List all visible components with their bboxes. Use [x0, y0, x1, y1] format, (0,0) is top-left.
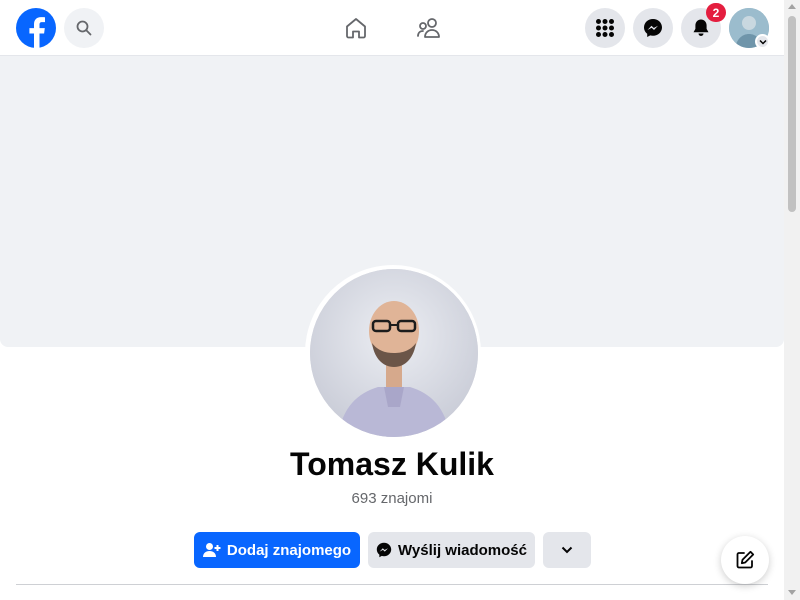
chevron-down-icon: [561, 546, 573, 554]
notifications-badge: 2: [706, 3, 726, 22]
nav-friends[interactable]: [413, 12, 445, 44]
messenger-icon: [376, 542, 392, 558]
nav-home[interactable]: [340, 12, 372, 44]
more-options-button[interactable]: [543, 532, 591, 568]
menu-button[interactable]: [585, 8, 625, 48]
profile-picture[interactable]: [310, 269, 478, 437]
add-friend-label: Dodaj znajomego: [226, 541, 352, 559]
menu-grid-icon: [596, 19, 614, 37]
messenger-button[interactable]: [633, 8, 673, 48]
home-icon: [346, 18, 366, 39]
top-navigation-bar: 2: [0, 0, 784, 56]
chevron-down-icon: [758, 39, 767, 45]
add-friend-icon: [202, 543, 221, 557]
send-message-button[interactable]: Wyślij wiadomość: [368, 532, 535, 568]
profile-name: Tomasz Kulik: [290, 446, 494, 482]
messenger-icon: [644, 19, 662, 37]
compose-icon: [736, 550, 755, 569]
account-menu-caret[interactable]: [755, 34, 770, 49]
friends-icon: [417, 18, 440, 38]
scroll-up-icon[interactable]: [788, 4, 796, 9]
scroll-down-icon[interactable]: [788, 590, 796, 595]
send-message-label: Wyślij wiadomość: [398, 541, 527, 559]
search-icon: [76, 20, 92, 36]
add-friend-button[interactable]: Dodaj znajomego: [194, 532, 360, 568]
section-divider: [16, 584, 768, 585]
bell-icon: [693, 19, 709, 36]
new-message-button[interactable]: [721, 536, 769, 584]
facebook-logo-icon[interactable]: [16, 8, 56, 48]
search-button[interactable]: [64, 8, 104, 48]
friends-count[interactable]: 693 znajomi: [0, 490, 784, 507]
scrollbar-thumb[interactable]: [788, 16, 796, 212]
